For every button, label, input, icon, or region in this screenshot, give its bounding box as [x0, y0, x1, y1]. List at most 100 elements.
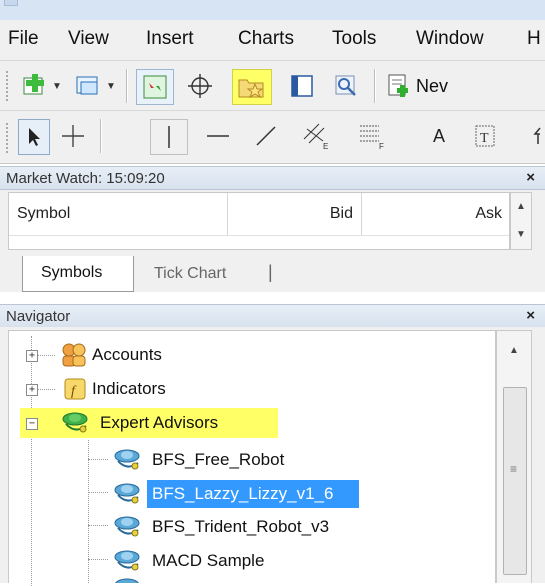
close-icon[interactable]: ×	[526, 307, 535, 324]
menu-tools[interactable]: Tools	[332, 28, 376, 50]
new-chart-icon	[23, 74, 44, 95]
expert-item[interactable]: MACD Sample	[100, 545, 400, 577]
menu-file[interactable]: File	[8, 28, 39, 50]
expand-icon[interactable]: +	[26, 350, 38, 362]
trendline-button[interactable]	[248, 119, 284, 153]
new-chart-button[interactable]	[20, 71, 50, 101]
tree-node-label: Accounts	[92, 345, 162, 364]
tab-symbols[interactable]: Symbols	[22, 256, 134, 292]
expert-label: BFS_Free_Robot	[152, 450, 285, 469]
tree-node-indicators[interactable]: + f Indicators	[20, 374, 320, 406]
trendline-icon	[256, 126, 276, 146]
expert-label: BFS_Trident_Robot_v3	[152, 517, 330, 536]
expert-robot-icon	[114, 483, 140, 504]
tab-tick-chart-label: Tick Chart	[154, 265, 227, 282]
tab-separator: |	[268, 262, 273, 282]
fibonacci-retracement-icon: F	[360, 125, 384, 151]
crosshair-icon	[62, 125, 84, 147]
scroll-down-icon[interactable]: ▼	[516, 229, 526, 240]
equidistant-channel-icon: E	[303, 123, 328, 151]
tree-node-label: Indicators	[92, 379, 166, 398]
tree-guide-line	[88, 440, 89, 583]
arrows-icon	[533, 127, 541, 144]
menu-help[interactable]: H	[527, 28, 541, 50]
standard-toolbar: ▼ ▼ Nev	[0, 60, 545, 110]
navigator-button[interactable]	[232, 69, 272, 105]
terminal-button[interactable]	[286, 71, 318, 101]
market-watch-header: Market Watch: 15:09:20 ×	[0, 166, 545, 190]
new-order-icon	[388, 74, 408, 97]
grip-icon: ≡	[510, 462, 518, 476]
toolbar-separator	[374, 69, 376, 103]
profiles-dropdown[interactable]: ▼	[104, 75, 118, 97]
horizontal-line-icon	[207, 135, 229, 137]
menu-insert[interactable]: Insert	[146, 28, 194, 50]
crosshair-icon	[188, 74, 212, 98]
svg-text:T: T	[480, 131, 489, 146]
market-watch-button[interactable]	[136, 69, 174, 105]
expand-icon[interactable]: +	[26, 384, 38, 396]
market-watch-icon	[143, 75, 167, 99]
tree-node-label: Expert Advisors	[100, 413, 219, 432]
tab-symbols-label: Symbols	[41, 264, 103, 281]
equidistant-channel-button[interactable]: E	[296, 117, 336, 155]
market-watch-scrollbar[interactable]: ▲ ▼	[510, 192, 532, 250]
cursor-tool-button[interactable]	[18, 119, 50, 155]
new-order-label[interactable]: Nev	[416, 76, 448, 97]
toolbar-grip[interactable]	[6, 71, 12, 101]
terminal-window-icon	[291, 75, 313, 97]
collapse-icon[interactable]: −	[26, 418, 38, 430]
svg-text:F: F	[379, 142, 384, 151]
expert-robot-icon	[114, 449, 140, 470]
new-order-icon-button[interactable]	[384, 71, 414, 101]
chevron-down-icon: ▼	[52, 80, 62, 92]
profiles-button[interactable]	[74, 71, 104, 101]
close-icon[interactable]: ×	[526, 169, 535, 186]
tree-node-accounts[interactable]: + Accounts	[20, 340, 320, 372]
arrows-button[interactable]	[530, 121, 545, 151]
scroll-thumb[interactable]: ≡	[503, 387, 527, 575]
svg-text:E: E	[323, 142, 328, 151]
menu-charts[interactable]: Charts	[238, 28, 294, 50]
market-watch-title: Market Watch: 15:09:20	[6, 170, 165, 187]
header-divider	[9, 235, 509, 236]
strategy-tester-button[interactable]	[330, 71, 362, 101]
expert-label: BFS_Lazzy_Lizzy_v1_6	[152, 484, 334, 503]
expert-label: MACD Sample	[152, 551, 265, 570]
profiles-icon	[76, 76, 98, 95]
column-header-symbol[interactable]: Symbol	[9, 193, 228, 235]
horizontal-line-button[interactable]	[200, 119, 236, 153]
menu-window[interactable]: Window	[416, 28, 484, 50]
expert-item[interactable]: BFS_Trident_Robot_v3	[100, 511, 400, 543]
market-watch-table: Symbol Bid Ask	[8, 192, 510, 250]
column-header-bid[interactable]: Bid	[228, 193, 362, 235]
navigator-scrollbar[interactable]: ▲ ≡	[496, 330, 532, 583]
crosshair-tool-button[interactable]	[56, 119, 90, 153]
toolbar-grip[interactable]	[6, 123, 12, 153]
vertical-line-button[interactable]	[150, 119, 188, 155]
strategy-tester-icon	[335, 75, 356, 96]
expert-item-selected[interactable]: BFS_Lazzy_Lizzy_v1_6	[100, 478, 400, 510]
indicators-icon: f	[64, 378, 86, 400]
expert-item[interactable]: BFS_Free_Robot	[100, 444, 400, 476]
line-studies-toolbar: E F A T	[0, 110, 545, 164]
scroll-up-icon[interactable]: ▲	[509, 345, 519, 356]
title-bar	[0, 0, 545, 20]
navigator-folder-star-icon	[238, 79, 264, 99]
expert-robot-icon	[114, 550, 140, 571]
navigator-header: Navigator ×	[0, 304, 545, 328]
toolbar-separator	[100, 119, 102, 153]
menu-bar: File View Insert Charts Tools Window H	[0, 20, 545, 60]
fibonacci-button[interactable]: F	[352, 117, 392, 155]
menu-view[interactable]: View	[68, 28, 109, 50]
text-tool-button[interactable]: A	[424, 121, 454, 151]
column-header-ask[interactable]: Ask	[362, 193, 510, 235]
text-label-button[interactable]: T	[470, 121, 500, 151]
data-window-button[interactable]	[184, 71, 216, 101]
tree-node-expert-advisors[interactable]: − Expert Advisors	[20, 408, 320, 440]
scroll-up-icon[interactable]: ▲	[516, 201, 526, 212]
arrow-cursor-icon	[29, 128, 40, 146]
toolbar-separator	[126, 69, 128, 103]
new-chart-dropdown[interactable]: ▼	[50, 75, 64, 97]
tab-tick-chart[interactable]: Tick Chart |	[134, 256, 274, 290]
